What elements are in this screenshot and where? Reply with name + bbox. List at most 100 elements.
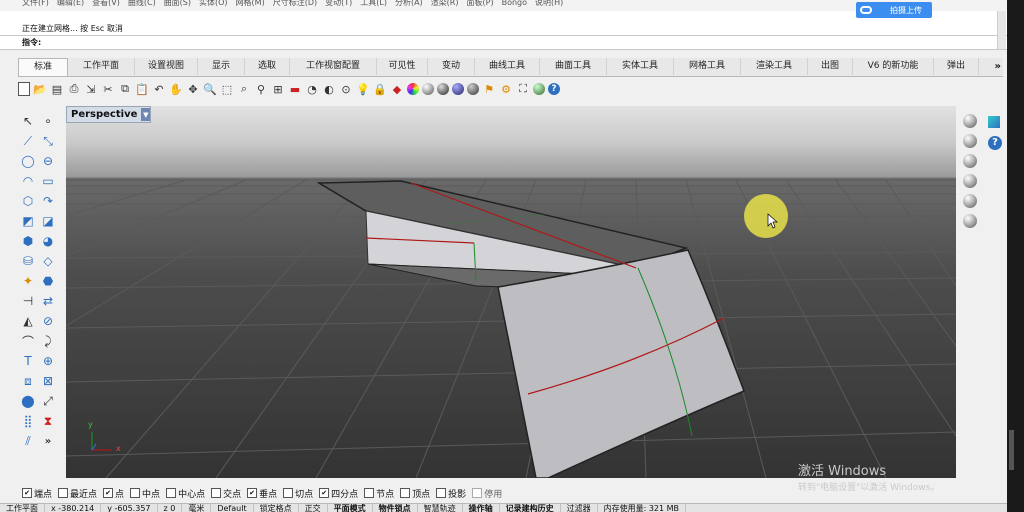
explode-icon[interactable]: ⤸	[39, 332, 57, 350]
text-icon[interactable]: T	[19, 352, 37, 370]
print-icon[interactable]: ⎙	[67, 82, 81, 96]
menu-mesh[interactable]: 网格(M)	[236, 0, 265, 11]
render-tools-icon[interactable]: ✦	[19, 272, 37, 290]
tab-surface-tools[interactable]: 曲面工具	[540, 58, 607, 75]
osnap-knot[interactable]: 节点	[364, 487, 394, 500]
tab-display[interactable]: 显示	[198, 58, 245, 75]
more-tools-icon[interactable]: »	[39, 432, 57, 450]
menu-tools[interactable]: 工具(L)	[360, 0, 387, 11]
globe-icon[interactable]	[533, 83, 545, 95]
mesh-icon[interactable]: ⛁	[19, 252, 37, 270]
technical-sphere-icon[interactable]	[963, 214, 977, 228]
tab-render-tools[interactable]: 渲染工具	[741, 58, 808, 75]
osnap-intersection-checkbox[interactable]	[211, 488, 222, 498]
menu-surface[interactable]: 曲面(S)	[164, 0, 191, 11]
polyline-icon[interactable]: ⟋	[19, 132, 37, 150]
light-bulb-icon[interactable]: 💡	[356, 82, 370, 96]
menu-solid[interactable]: 实体(O)	[199, 0, 228, 11]
tab-solid-tools[interactable]: 实体工具	[607, 58, 674, 75]
tab-v6-new[interactable]: V6 的新功能	[853, 58, 934, 75]
osnap-intersection[interactable]: 交点	[211, 487, 241, 500]
osnap-point-checkbox[interactable]: ✔	[103, 488, 114, 498]
array-icon[interactable]: ⣿	[19, 412, 37, 430]
menu-dimension[interactable]: 尺寸标注(D)	[273, 0, 317, 11]
shade-sphere-icon[interactable]	[963, 114, 977, 128]
history-icon[interactable]: ⧗	[39, 412, 57, 430]
command-scrollbar[interactable]	[997, 11, 1006, 49]
viewport-title-tab[interactable]: Perspective ▼	[66, 106, 152, 123]
osnap-mid[interactable]: 中点	[130, 487, 160, 500]
copy-icon[interactable]: ⧉	[118, 82, 132, 96]
curve-control-points-icon[interactable]: ⤡	[39, 132, 57, 150]
zoom-selected-icon[interactable]: ⚲	[254, 82, 268, 96]
layer-icon[interactable]: ◆	[390, 82, 404, 96]
osnap-vertex[interactable]: 顶点	[400, 487, 430, 500]
cplane-icon[interactable]: ▬	[288, 82, 302, 96]
status-grid-snap[interactable]: 锁定格点	[254, 504, 299, 512]
named-view-icon[interactable]: ◔	[305, 82, 319, 96]
ellipse-icon[interactable]: ⊖	[39, 152, 57, 170]
osnap-vertex-checkbox[interactable]	[400, 488, 411, 498]
tab-curve-tools[interactable]: 曲线工具	[475, 58, 540, 75]
lock-icon[interactable]: 🔒	[373, 82, 387, 96]
menu-file[interactable]: 文件(F)	[22, 0, 49, 11]
osnap-perpendicular[interactable]: ✔ 垂点	[247, 487, 277, 500]
transform-icon[interactable]: ⇄	[39, 292, 57, 310]
render-preview-icon[interactable]	[437, 83, 449, 95]
menu-bongo[interactable]: Bongo	[502, 0, 527, 11]
osnap-end-checkbox[interactable]: ✔	[22, 488, 32, 498]
outer-scrollbar-thumb[interactable]	[1009, 430, 1014, 470]
solid-edit-icon[interactable]: ⬤	[19, 392, 37, 410]
surface-corner-icon[interactable]: ◩	[19, 212, 37, 230]
viewport-dropdown-icon[interactable]: ▼	[141, 108, 151, 121]
status-record-history[interactable]: 记录建构历史	[500, 504, 561, 512]
osnap-mid-checkbox[interactable]	[130, 488, 141, 498]
osnap-end[interactable]: ✔ 端点	[22, 487, 52, 500]
status-ortho[interactable]: 正交	[299, 504, 328, 512]
menu-analyze[interactable]: 分析(A)	[395, 0, 423, 11]
options-gear-icon[interactable]: ⚙	[499, 82, 513, 96]
render-icon[interactable]	[422, 83, 434, 95]
properties-icon[interactable]	[407, 83, 419, 95]
status-smarttrack[interactable]: 智慧轨迹	[418, 504, 463, 512]
xray-sphere-icon[interactable]	[963, 194, 977, 208]
osnap-center[interactable]: 中心点	[166, 487, 205, 500]
menu-edit[interactable]: 编辑(E)	[57, 0, 84, 11]
osnap-near-checkbox[interactable]	[58, 488, 69, 498]
tab-mesh-tools[interactable]: 网格工具	[674, 58, 741, 75]
tab-viewport-layout[interactable]: 工作视窗配置	[290, 58, 377, 75]
status-gumball[interactable]: 操作轴	[463, 504, 500, 512]
material-icon[interactable]	[452, 83, 464, 95]
osnap-point[interactable]: ✔ 点	[103, 487, 124, 500]
tab-visibility[interactable]: 可见性	[377, 58, 428, 75]
flag-icon[interactable]: ⚑	[482, 82, 496, 96]
fillet-curve-icon[interactable]: ↷	[39, 192, 57, 210]
menu-render[interactable]: 渲染(R)	[431, 0, 459, 11]
osnap-disable[interactable]: 停用	[472, 487, 502, 500]
edit-tools-icon[interactable]: ◭	[19, 312, 37, 330]
perspective-viewport[interactable]: Perspective ▼ y x	[66, 106, 956, 478]
surface-model[interactable]	[316, 180, 745, 478]
upload-button[interactable]: 拍摄上传	[856, 2, 932, 18]
four-viewports-icon[interactable]: ⊞	[271, 82, 285, 96]
polygon-icon[interactable]: ⬡	[19, 192, 37, 210]
tab-transform[interactable]: 变动	[428, 58, 475, 75]
text-object-icon[interactable]: ⬣	[39, 272, 57, 290]
menu-panels[interactable]: 面板(P)	[467, 0, 494, 11]
status-osnap[interactable]: 物件锁点	[373, 504, 418, 512]
point-icon[interactable]: ∘	[39, 112, 57, 130]
menu-view[interactable]: 查看(V)	[92, 0, 120, 11]
open-folder-icon[interactable]: 📂	[33, 82, 47, 96]
align-icon[interactable]: ⊠	[39, 372, 57, 390]
plugin-icon[interactable]	[988, 116, 1000, 128]
save-icon[interactable]: ▤	[50, 82, 64, 96]
osnap-project[interactable]: 投影	[436, 487, 466, 500]
tab-set-view[interactable]: 设置视图	[135, 58, 198, 75]
help-toolbar-icon[interactable]: ?	[548, 83, 560, 95]
select-arrow-icon[interactable]: ↖	[19, 112, 37, 130]
osnap-near[interactable]: 最近点	[58, 487, 97, 500]
osnap-tangent[interactable]: 切点	[283, 487, 313, 500]
command-line[interactable]: 指令:	[0, 36, 1007, 50]
menu-curve[interactable]: 曲线(C)	[128, 0, 156, 11]
group-icon[interactable]: ⧈	[19, 372, 37, 390]
